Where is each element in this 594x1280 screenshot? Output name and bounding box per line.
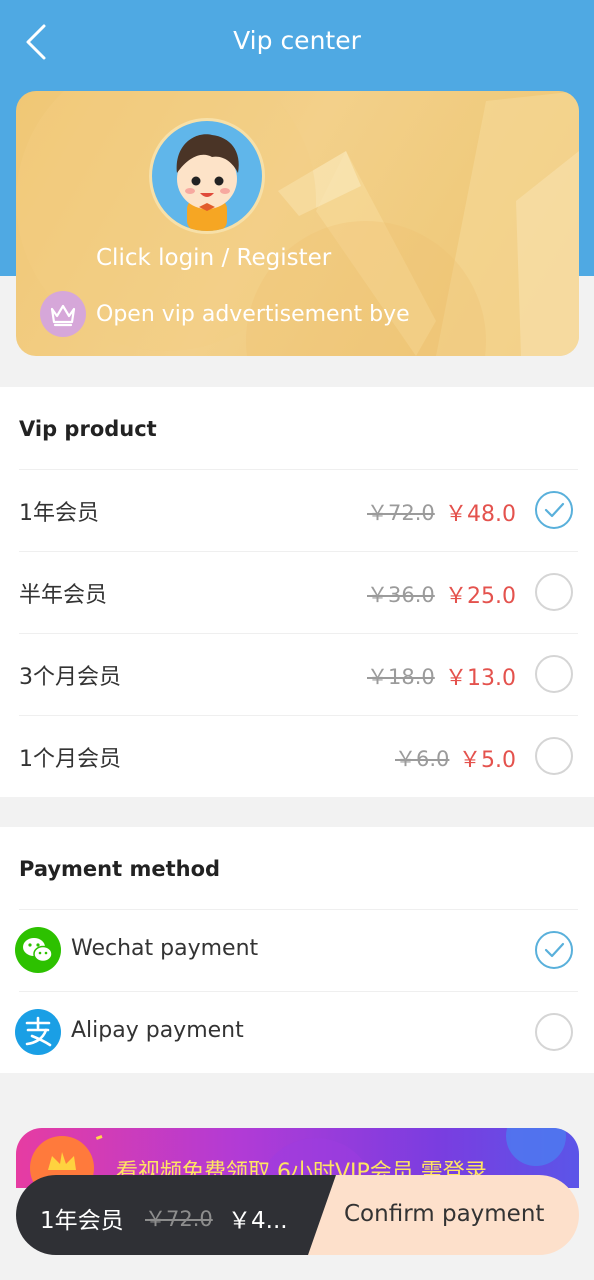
payment-name: Alipay payment: [71, 1018, 244, 1043]
user-avatar[interactable]: [149, 118, 265, 234]
original-price: ￥18.0: [367, 665, 435, 689]
select-radio[interactable]: [535, 655, 573, 693]
product-row[interactable]: 1个月会员 ￥6.0 ￥5.0: [0, 715, 594, 797]
login-register-link[interactable]: Click login / Register: [96, 245, 331, 271]
confirm-payment-label: Confirm payment: [344, 1201, 545, 1227]
divider: [19, 715, 578, 716]
bottom-payment-bar: 1年会员 ￥72.0 ￥4... Confirm payment: [16, 1175, 579, 1255]
sale-price: ￥25.0: [445, 584, 516, 609]
page-title: Vip center: [233, 26, 361, 55]
header: Vip center: [0, 0, 594, 84]
product-row[interactable]: 半年会员 ￥36.0 ￥25.0: [0, 551, 594, 633]
payment-row-alipay[interactable]: Alipay payment: [0, 991, 594, 1073]
crown-icon: [50, 304, 76, 327]
select-radio-checked[interactable]: [535, 931, 573, 969]
wechat-icon: [15, 927, 61, 973]
check-icon: [544, 502, 565, 518]
divider: [19, 991, 578, 992]
divider: [19, 551, 578, 552]
vip-badge: [40, 291, 86, 337]
selected-plan: 1年会员: [40, 1208, 124, 1234]
divider: [19, 909, 578, 910]
payment-method-section: Payment method Wechat payment Alipay pay…: [0, 827, 594, 1073]
vip-product-section: Vip product 1年会员 ￥72.0 ￥48.0 半年会员 ￥36.0 …: [0, 387, 594, 797]
product-name: 1个月会员: [19, 747, 121, 772]
alipay-icon: [15, 1009, 61, 1055]
sale-price: ￥13.0: [445, 666, 516, 691]
product-name: 半年会员: [19, 583, 108, 608]
product-name: 1年会员: [19, 501, 99, 526]
product-name: 3个月会员: [19, 665, 121, 690]
original-price: ￥72.0: [145, 1207, 213, 1231]
original-price: ￥36.0: [367, 583, 435, 607]
vip-benefit-text: Open vip advertisement bye: [96, 302, 410, 327]
product-row[interactable]: 1年会员 ￥72.0 ￥48.0: [0, 469, 594, 551]
product-row[interactable]: 3个月会员 ￥18.0 ￥13.0: [0, 633, 594, 715]
payment-name: Wechat payment: [71, 936, 259, 961]
section-title: Vip product: [19, 417, 157, 441]
section-title: Payment method: [19, 857, 221, 881]
vip-card: Click login / Register Open vip advertis…: [16, 91, 579, 356]
original-price: ￥72.0: [367, 501, 435, 525]
sale-price: ￥5.0: [459, 748, 516, 773]
original-price: ￥6.0: [395, 747, 450, 771]
check-icon: [544, 942, 565, 958]
select-radio[interactable]: [535, 737, 573, 775]
select-radio-checked[interactable]: [535, 491, 573, 529]
select-radio[interactable]: [535, 1013, 573, 1051]
select-radio[interactable]: [535, 573, 573, 611]
cartoon-boy-icon: [176, 134, 239, 231]
sale-price: ￥4...: [228, 1208, 288, 1234]
sale-price: ￥48.0: [445, 502, 516, 527]
divider: [19, 633, 578, 634]
order-summary: 1年会员 ￥72.0 ￥4...: [16, 1175, 336, 1255]
payment-row-wechat[interactable]: Wechat payment: [0, 909, 594, 991]
confirm-payment-button[interactable]: Confirm payment: [308, 1175, 579, 1255]
divider: [19, 469, 578, 470]
